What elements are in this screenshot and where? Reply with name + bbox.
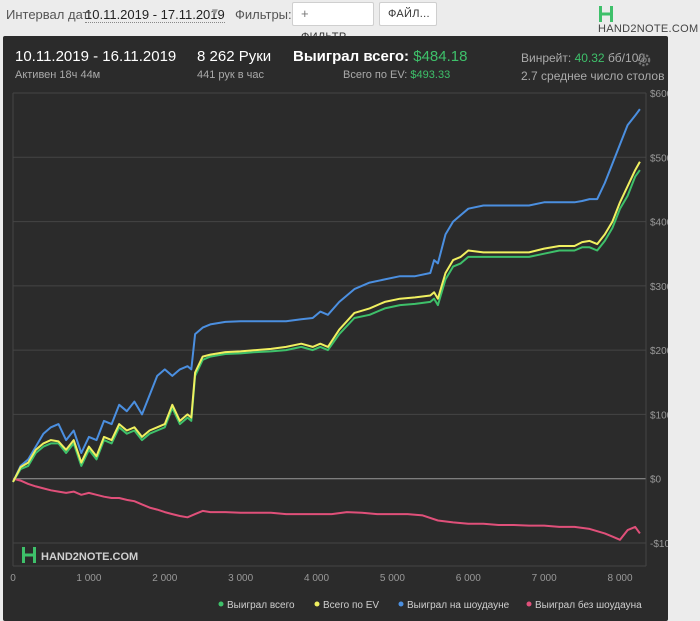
x-tick-label: 5 000 (380, 573, 405, 584)
x-tick-label: 2 000 (152, 573, 177, 584)
chart-legend: Выиграл всего Всего по EV Выиграл на шоуда… (218, 599, 642, 611)
hand2note-logo-icon (599, 6, 613, 22)
top-toolbar: Интервал дат: 10.11.2019 - 17.11.2019 ▼ … (0, 0, 700, 43)
chevron-down-icon[interactable]: ▼ (210, 7, 220, 18)
x-tick-label: 6 000 (456, 573, 481, 584)
profit-chart: 0 1 000 2 000 3 000 4 000 5 000 6 000 7 000 8 00… (10, 89, 668, 611)
date-interval-selector[interactable]: 10.11.2019 - 17.11.2019 (85, 7, 225, 23)
series-line-3 (12, 477, 641, 541)
x-tick-label: 7 000 (532, 573, 557, 584)
y-tick-label: -$100 (650, 539, 668, 550)
file-button[interactable]: ФАЙЛ... (379, 2, 437, 26)
file-button-label: ФАЙЛ... (388, 8, 430, 20)
chart-watermark: HAND2NOTE.COM (22, 547, 138, 563)
legend-label-0: Выиграл всего (227, 600, 295, 611)
y-tick-label: $300 (650, 282, 668, 293)
add-filter-button[interactable]: + ФИЛЬТР... (292, 2, 374, 43)
brand-logo-text: HAND2NOTE.COM (598, 23, 699, 35)
brand-logo: HAND2NOTE.COM (598, 5, 700, 35)
graph-panel: 10.11.2019 - 16.11.2019 Активен 18ч 44м … (3, 36, 668, 621)
plus-icon: + (301, 6, 309, 21)
legend-marker-0 (218, 601, 224, 607)
hand2note-watermark-icon (22, 547, 36, 563)
legend-label-2: Выиграл на шоудауне (407, 600, 510, 611)
y-tick-label: $600 (650, 89, 668, 100)
x-tick-label: 3 000 (228, 573, 253, 584)
x-tick-label: 1 000 (76, 573, 101, 584)
date-interval-label: Интервал дат: (6, 7, 93, 22)
y-tick-label: $200 (650, 346, 668, 357)
y-tick-label: $100 (650, 410, 668, 421)
y-tick-label: $500 (650, 153, 668, 164)
y-tick-label: $400 (650, 218, 668, 229)
x-tick-label: 0 (10, 573, 16, 584)
legend-marker-2 (398, 601, 404, 607)
series-line-0 (12, 169, 641, 483)
y-tick-label: $0 (650, 475, 662, 486)
legend-marker-3 (526, 601, 532, 607)
legend-label-1: Всего по EV (323, 600, 379, 611)
series-line-1 (12, 161, 641, 483)
x-tick-label: 4 000 (304, 573, 329, 584)
filters-label: Фильтры: (235, 7, 292, 22)
legend-marker-1 (314, 601, 320, 607)
chart-watermark-text: HAND2NOTE.COM (41, 551, 138, 563)
x-tick-label: 8 000 (607, 573, 632, 584)
series-line-2 (12, 108, 641, 483)
legend-label-3: Выиграл без шоудауна (535, 599, 642, 611)
